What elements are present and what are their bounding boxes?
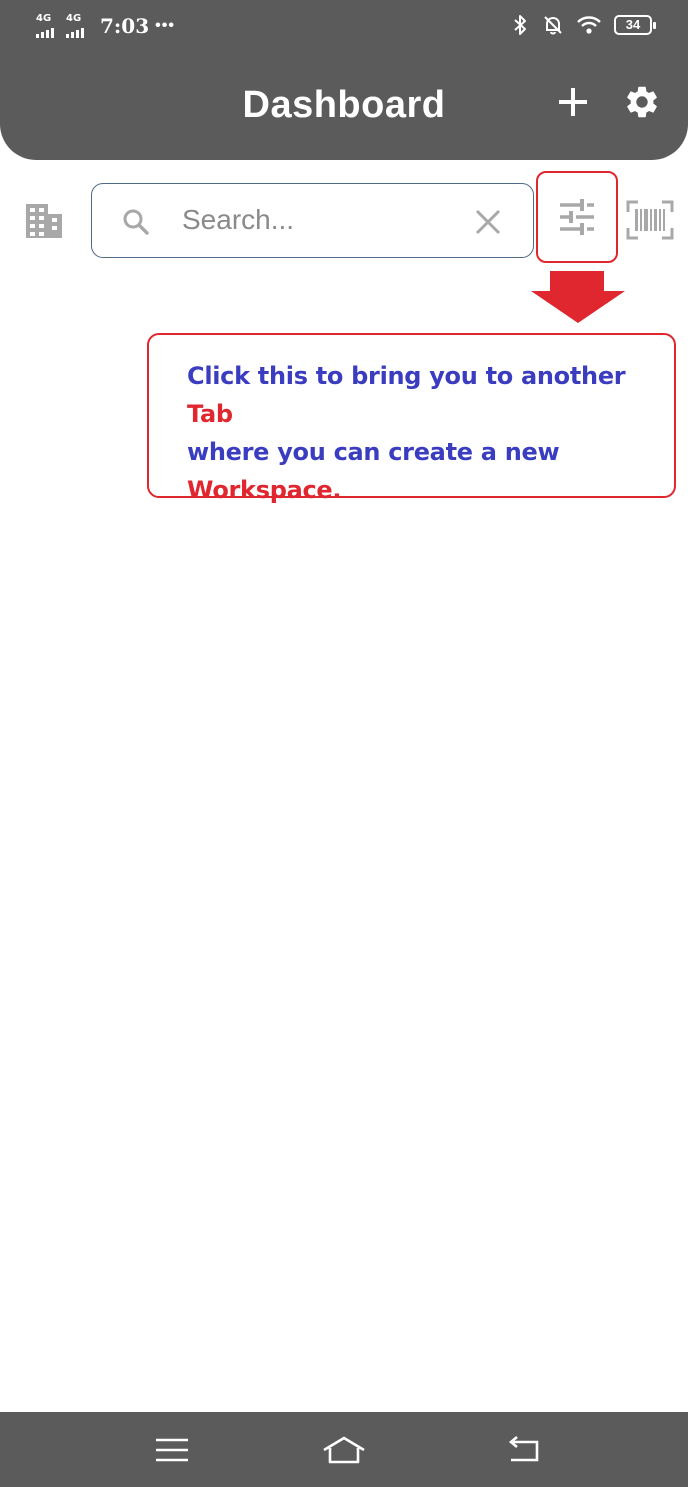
add-button[interactable] xyxy=(553,82,593,122)
wifi-icon xyxy=(577,16,601,34)
back-button[interactable] xyxy=(503,1434,543,1466)
add-icon xyxy=(559,88,587,116)
annotation-line-1: Click this to bring you to another xyxy=(187,362,626,390)
filter-button[interactable] xyxy=(536,171,618,263)
battery-level: 34 xyxy=(625,17,641,32)
back-icon xyxy=(508,1436,539,1462)
home-button[interactable] xyxy=(320,1434,368,1466)
signal-icon: 4G xyxy=(66,14,90,38)
status-left: 4G 4G 7:03 ••• xyxy=(36,14,175,38)
clear-search-button[interactable] xyxy=(472,206,504,238)
network-type-label: 4G xyxy=(66,13,82,24)
system-nav-bar xyxy=(0,1412,688,1487)
search-input[interactable] xyxy=(182,200,462,240)
search-bar[interactable] xyxy=(91,183,534,258)
scan-button[interactable] xyxy=(626,200,674,240)
settings-button[interactable] xyxy=(622,82,662,122)
sliders-icon xyxy=(560,199,594,235)
annotation-highlight-tab: Tab xyxy=(187,400,233,428)
search-icon xyxy=(123,209,149,235)
signal-icon: 4G xyxy=(36,14,60,38)
status-bar: 4G 4G 7:03 ••• 34 xyxy=(0,0,688,56)
more-notifications-icon: ••• xyxy=(155,17,175,34)
recent-apps-button[interactable] xyxy=(152,1434,192,1466)
status-right: 34 xyxy=(512,14,656,36)
battery-icon: 34 xyxy=(614,15,656,35)
bell-off-icon xyxy=(544,16,562,35)
workspace-switch-button[interactable] xyxy=(24,202,64,240)
annotation-callout: Click this to bring you to another Tab w… xyxy=(147,333,676,504)
annotation-highlight-workspace: Workspace. xyxy=(187,476,342,504)
annotation-line-2: where you can create a new xyxy=(187,438,560,466)
barcode-scan-icon xyxy=(626,200,674,240)
building-icon xyxy=(26,204,62,238)
bluetooth-icon xyxy=(514,15,526,35)
app-header: 4G 4G 7:03 ••• 34 Dashboard xyxy=(0,0,688,160)
close-icon xyxy=(475,209,501,235)
annotation-text: Click this to bring you to another Tab w… xyxy=(187,357,656,509)
arrow-down-icon xyxy=(531,271,625,323)
home-icon xyxy=(323,1436,365,1464)
gear-icon xyxy=(627,86,657,118)
network-type-label: 4G xyxy=(36,13,52,24)
menu-icon xyxy=(156,1438,188,1462)
clock: 7:03 xyxy=(100,14,150,38)
